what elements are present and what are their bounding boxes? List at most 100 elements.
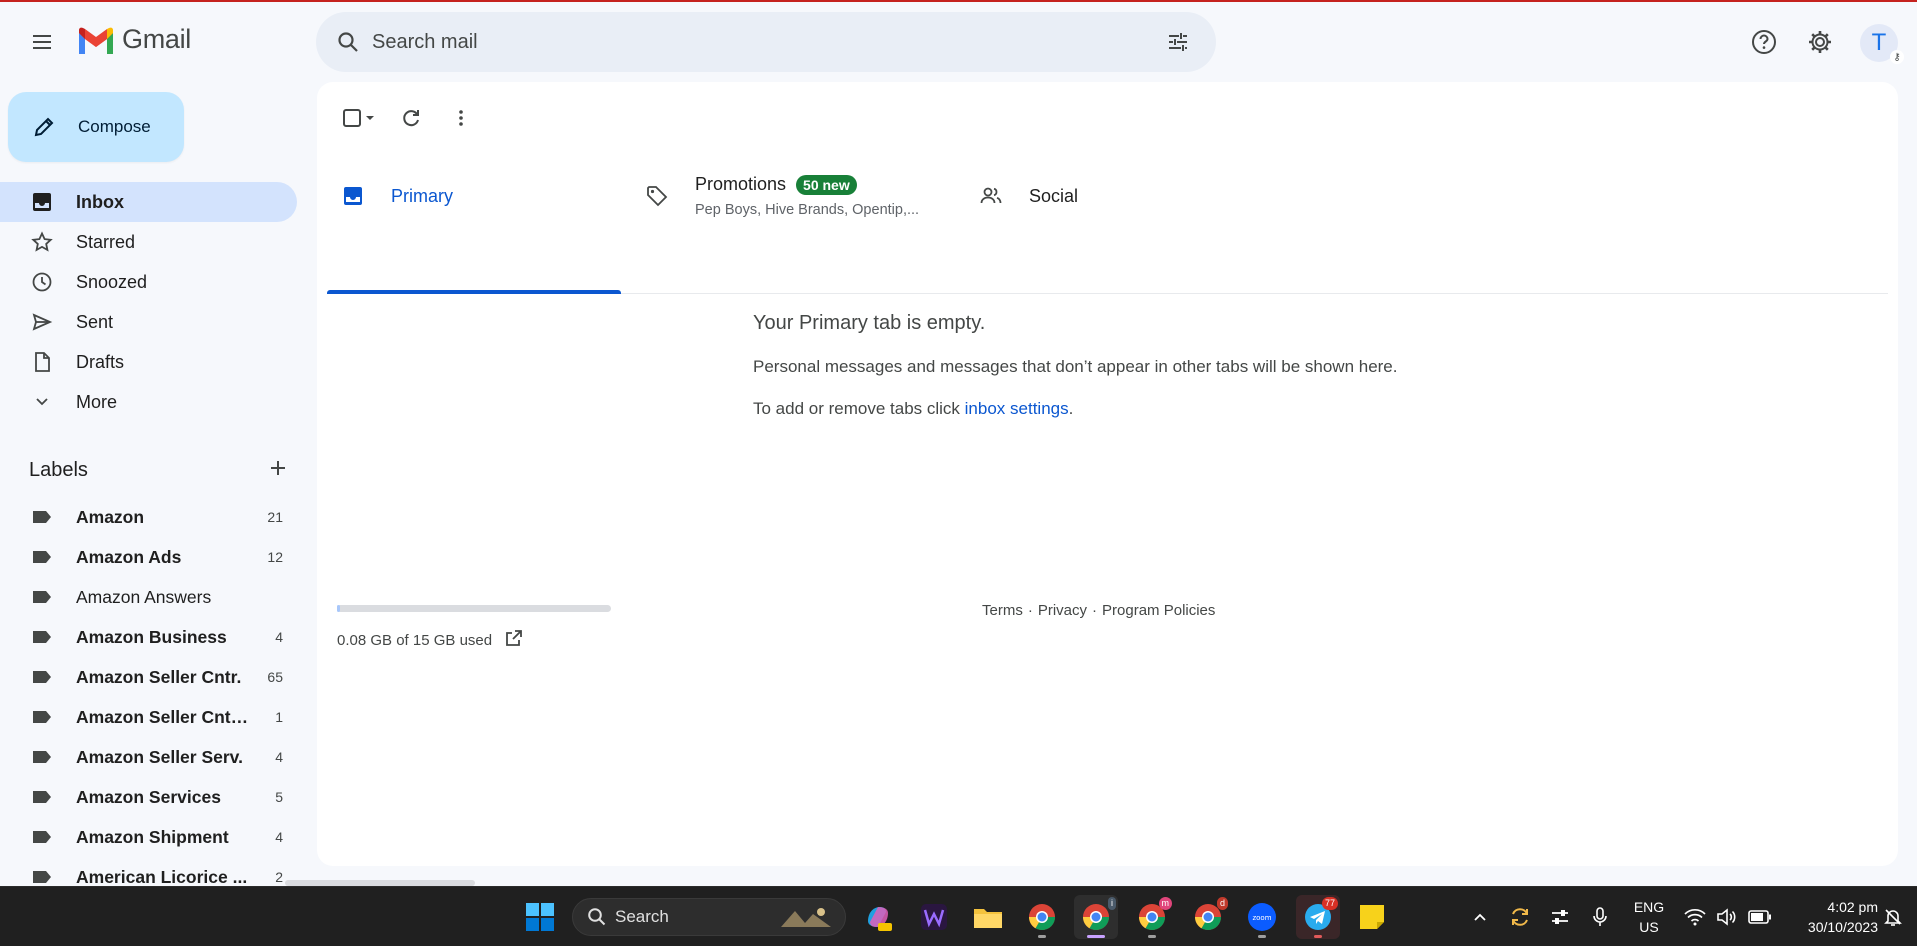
pencil-icon — [34, 117, 54, 137]
labels-title: Labels — [29, 458, 88, 481]
taskbar-chrome-2[interactable]: i — [1074, 895, 1118, 939]
storage-usage: 0.08 GB of 15 GB used — [337, 605, 611, 653]
label-name: Amazon Answers — [76, 586, 212, 607]
taskbar-search[interactable]: Search — [572, 898, 846, 936]
refresh-button[interactable] — [391, 98, 431, 138]
sidebar-item-more[interactable]: More — [0, 382, 297, 422]
label-icon — [33, 871, 51, 883]
sync-tray[interactable] — [1504, 887, 1536, 946]
clock-icon — [32, 272, 52, 292]
sidebar-item-label: Drafts — [76, 351, 125, 372]
search-icon — [588, 908, 606, 926]
language-code: ENG — [1633, 899, 1665, 915]
label-name: Amazon Shipment — [76, 826, 229, 847]
mail-toolbar — [335, 94, 481, 142]
label-count: 4 — [275, 629, 283, 645]
sidebar-item-inbox[interactable]: Inbox — [0, 182, 297, 222]
label-icon — [33, 511, 51, 523]
label-item[interactable]: Amazon Ads 12 — [0, 537, 297, 577]
taskbar-app-w[interactable] — [912, 895, 956, 939]
empty-state: Your Primary tab is empty. Personal mess… — [753, 312, 1398, 419]
select-checkbox[interactable] — [335, 98, 383, 138]
microphone-tray[interactable] — [1584, 887, 1616, 946]
sidebar-item-label: Inbox — [76, 191, 124, 212]
tab-primary[interactable]: Primary — [327, 146, 621, 294]
taskbar-search-label: Search — [615, 907, 669, 926]
compose-button[interactable]: Compose — [8, 92, 184, 162]
program-policies-link[interactable]: Program Policies — [1102, 602, 1215, 619]
search-highlight-icon — [781, 908, 831, 927]
label-item[interactable]: Amazon Seller Cntr. 65 — [0, 657, 297, 697]
sidebar-item-starred[interactable]: Starred — [0, 222, 297, 262]
manage-storage-link[interactable] — [504, 628, 524, 653]
show-hidden-icons[interactable] — [1466, 887, 1494, 946]
taskbar-chrome-3[interactable]: m — [1130, 895, 1174, 939]
taskbar-sticky-notes[interactable] — [1350, 895, 1394, 939]
tab-senders-preview: Pep Boys, Hive Brands, Opentip,... — [695, 202, 920, 218]
main-menu-button[interactable] — [22, 22, 62, 62]
privacy-link[interactable]: Privacy — [1038, 602, 1087, 619]
label-name: Amazon Ads — [76, 546, 182, 567]
inbox-settings-link[interactable]: inbox settings — [965, 399, 1069, 418]
chrome-icon — [1028, 904, 1056, 931]
labels-list: Amazon 21 Amazon Ads 12 Amazon Answers Amazon… — [0, 497, 297, 887]
start-button[interactable] — [518, 895, 562, 939]
label-item[interactable]: American Licorice ... 2 — [0, 857, 297, 887]
create-label-button[interactable] — [267, 457, 289, 484]
tab-social[interactable]: Social — [977, 146, 1217, 294]
more-vert-icon — [459, 110, 463, 126]
app-header: Gmail T ⚷ — [0, 2, 1917, 82]
gmail-logo[interactable]: Gmail — [76, 24, 191, 55]
label-item[interactable]: Amazon Seller Cntr... 1 — [0, 697, 297, 737]
separator: · — [1092, 602, 1098, 619]
notifications-button[interactable] — [1878, 887, 1908, 946]
label-item[interactable]: Amazon Answers — [0, 577, 297, 617]
quick-settings[interactable] — [1680, 887, 1776, 946]
sidebar-item-snoozed[interactable]: Snoozed — [0, 262, 297, 302]
label-count: 4 — [275, 829, 283, 845]
new-count-badge: 50 new — [796, 174, 857, 195]
sidebar-item-label: Sent — [76, 311, 114, 332]
search-input[interactable] — [372, 12, 1132, 72]
label-icon — [33, 671, 51, 683]
label-count: 12 — [267, 549, 283, 565]
system-clock[interactable]: 4:02 pm 30/10/2023 — [1782, 897, 1878, 937]
taskbar-zoom[interactable]: zoom — [1240, 895, 1284, 939]
running-indicator — [1038, 935, 1046, 938]
terms-link[interactable]: Terms — [982, 602, 1023, 619]
support-button[interactable] — [1744, 22, 1784, 62]
search-options-button[interactable] — [1160, 24, 1196, 60]
microphone-icon — [1593, 907, 1607, 926]
sliders-icon — [1552, 910, 1568, 924]
label-item[interactable]: Amazon Services 5 — [0, 777, 297, 817]
tab-promotions[interactable]: Promotions 50 new Pep Boys, Hive Brands,… — [643, 146, 943, 294]
unread-badge: 77 — [1321, 897, 1338, 910]
hamburger-icon — [33, 35, 51, 49]
settings-tray[interactable] — [1544, 887, 1576, 946]
label-item[interactable]: Amazon Business 4 — [0, 617, 297, 657]
taskbar-file-explorer[interactable] — [966, 895, 1010, 939]
account-avatar[interactable]: T ⚷ — [1860, 24, 1904, 64]
sidebar-item-drafts[interactable]: Drafts — [0, 342, 297, 382]
app-name: Gmail — [122, 24, 192, 54]
taskbar-chrome-4[interactable]: d — [1186, 895, 1230, 939]
taskbar-telegram[interactable]: 77 — [1296, 895, 1340, 939]
sidebar-item-sent[interactable]: Sent — [0, 302, 297, 342]
labels-header: Labels — [29, 456, 289, 484]
more-options-button[interactable] — [441, 98, 481, 138]
chevron-down-icon — [36, 398, 48, 406]
tab-label: Promotions — [695, 174, 787, 194]
input-language[interactable]: ENG US — [1627, 897, 1671, 937]
taskbar-copilot[interactable] — [856, 895, 900, 939]
label-name: Amazon — [76, 506, 145, 527]
settings-button[interactable] — [1800, 22, 1840, 62]
label-item[interactable]: Amazon Seller Serv. 4 — [0, 737, 297, 777]
taskbar-chrome-1[interactable] — [1020, 895, 1064, 939]
sidebar-item-label: Starred — [76, 231, 136, 252]
label-item[interactable]: Amazon 21 — [0, 497, 297, 537]
storage-bar — [337, 605, 611, 612]
plus-icon — [271, 460, 285, 475]
search-button[interactable] — [330, 24, 366, 60]
people-icon — [980, 187, 1002, 204]
label-item[interactable]: Amazon Shipment 4 — [0, 817, 297, 857]
